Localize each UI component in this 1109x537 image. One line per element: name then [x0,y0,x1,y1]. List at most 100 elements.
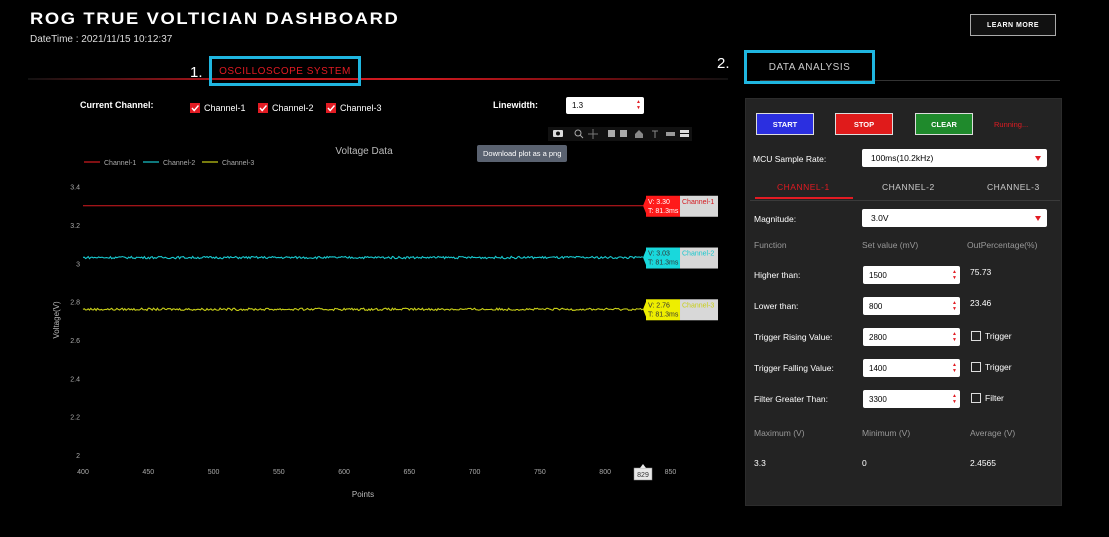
dropdown-arrow-icon [1035,156,1041,161]
channel-1-checkbox[interactable] [190,102,200,113]
clear-button[interactable]: CLEAR [915,113,973,135]
y-tick-label: 2.4 [70,376,80,383]
oscilloscope-marker: 1. [190,64,203,81]
linewidth-stepper[interactable]: 1.3 ▲ ▼ [566,97,644,114]
hover-closest-icon[interactable] [666,132,675,136]
zoom-out-icon[interactable] [620,130,627,137]
trigger-rising-checkbox[interactable] [971,331,981,341]
minimum-label: Minimum (V) [862,428,911,438]
zoom-in-icon[interactable] [608,130,615,137]
magnitude-value: 3.0V [871,213,889,223]
chart-legend: Channel-1 Channel-2 Channel-3 [84,160,254,167]
magnitude-select[interactable]: 3.0V [862,209,1047,227]
hover-time-label: T: 81.3ms [648,260,679,267]
hover-value-label: V: 2.76 [648,302,670,309]
tab-data-analysis[interactable]: DATA ANALYSIS [744,50,875,84]
camera-icon[interactable] [553,130,563,137]
row-filter-label: Filter Greater Than: [754,394,829,404]
trigger-falling-checkbox[interactable] [971,362,981,372]
trigger-falling-value: 1400 [869,363,887,373]
y-tick-label: 2.8 [70,300,80,307]
average-label: Average (V) [970,428,1016,438]
y-tick-label: 2.6 [70,338,80,345]
home-icon[interactable] [635,130,643,138]
y-tick-label: 2 [76,453,80,460]
x-tick-label: 650 [404,469,416,476]
trigger-falling-check-label: Trigger [985,362,1012,372]
start-button[interactable]: START [756,113,814,135]
hover-series-name: Channel-3 [682,302,714,309]
trigger-rising-check-label: Trigger [985,331,1012,341]
sample-rate-select[interactable]: 100ms(10.2kHz) [862,149,1047,167]
channel-checkboxes: Channel-1 Channel-2 Channel-3 [190,99,390,117]
x-hover-label: 829 [637,472,649,479]
channel-2-checkbox[interactable] [257,102,268,113]
app-title: ROG TRUE VOLTICIAN DASHBOARD [30,9,400,28]
maximum-label: Maximum (V) [754,428,805,438]
x-tick-label: 600 [338,469,350,476]
trigger-falling-input[interactable]: 1400 ▲ ▼ [863,359,960,377]
hover-series-name: Channel-2 [682,251,714,258]
tab-oscilloscope-system[interactable]: OSCILLOSCOPE SYSTEM [209,56,361,86]
higher-out-value: 75.73 [970,267,992,277]
series-line-2 [82,255,644,260]
higher-than-input[interactable]: 1500 ▲ ▼ [863,266,960,284]
x-tick-label: 500 [208,469,220,476]
chart-series [82,205,644,312]
hover-value-label: V: 3.30 [648,199,670,206]
row-higher-label: Higher than: [754,270,801,280]
minimum-value: 0 [862,458,867,468]
higher-than-value: 1500 [869,270,887,280]
x-tick-label: 850 [665,469,677,476]
section-divider-red [28,78,728,80]
hover-labels: V: 3.30T: 81.3msChannel-1V: 3.03T: 81.3m… [643,195,719,321]
sample-rate-value: 100ms(10.2kHz) [871,153,934,163]
tab-channel-1[interactable]: CHANNEL-1 [777,182,830,192]
x-hover-pointer [640,464,647,468]
learn-more-button[interactable]: LEARN MORE [970,14,1056,36]
datetime: DateTime : 2021/11/15 10:12:37 [30,34,173,45]
stepper-arrows-icon[interactable]: ▲ ▼ [952,269,957,281]
stop-button[interactable]: STOP [835,113,893,135]
filter-greater-value: 3300 [869,394,887,404]
x-tick-label: 450 [142,469,154,476]
pan-icon[interactable] [588,129,598,139]
y-tick-label: 2.2 [70,415,80,422]
stepper-arrows-icon[interactable]: ▲ ▼ [952,362,957,374]
x-hover-marker: 829 [633,464,653,481]
y-axis-label: Voltage(V) [52,301,61,339]
tab-channel-2[interactable]: CHANNEL-2 [882,182,935,192]
trigger-rising-input[interactable]: 2800 ▲ ▼ [863,328,960,346]
tab-divider [750,200,1060,201]
chart-title: Voltage Data [335,146,393,157]
lower-than-input[interactable]: 800 ▲ ▼ [863,297,960,315]
channel-3-checkbox[interactable] [325,102,336,113]
sample-rate-label: MCU Sample Rate: [753,154,827,164]
x-tick-label: 400 [77,469,89,476]
x-axis-ticks: 400 450 500 550 600 650 700 750 800 850 [77,469,676,476]
row-trigger-falling-label: Trigger Falling Value: [754,363,834,373]
hover-series-name: Channel-1 [682,199,714,206]
stepper-arrows-icon[interactable]: ▲ ▼ [952,300,957,312]
y-tick-label: 3.4 [70,185,80,192]
voltage-chart[interactable]: Voltage Data Channel-1 Channel-2 Channel-3… [0,140,740,510]
y-tick-label: 3 [76,261,80,268]
stepper-arrows-icon[interactable]: ▲ ▼ [952,393,957,405]
lower-than-value: 800 [869,301,883,311]
stepper-arrows-icon[interactable]: ▲ ▼ [952,331,957,343]
filter-greater-input[interactable]: 3300 ▲ ▼ [863,390,960,408]
y-axis-ticks: 2 2.2 2.4 2.6 2.8 3 3.2 3.4 [70,185,80,460]
channel-3-label: Channel-3 [339,102,382,113]
spike-lines-icon[interactable] [652,130,658,138]
legend-label: Channel-2 [163,160,195,167]
col-function: Function [754,240,787,250]
stepper-arrows-icon[interactable]: ▲ ▼ [636,99,641,111]
zoom-icon[interactable] [574,129,584,139]
magnitude-label: Magnitude: [754,214,797,224]
channel-2-label: Channel-2 [271,102,314,113]
tab-channel-3[interactable]: CHANNEL-3 [987,182,1040,192]
col-set-value: Set value (mV) [862,240,919,250]
row-trigger-rising-label: Trigger Rising Value: [754,332,833,342]
filter-checkbox[interactable] [971,393,981,403]
hover-compare-icon[interactable] [680,130,689,137]
